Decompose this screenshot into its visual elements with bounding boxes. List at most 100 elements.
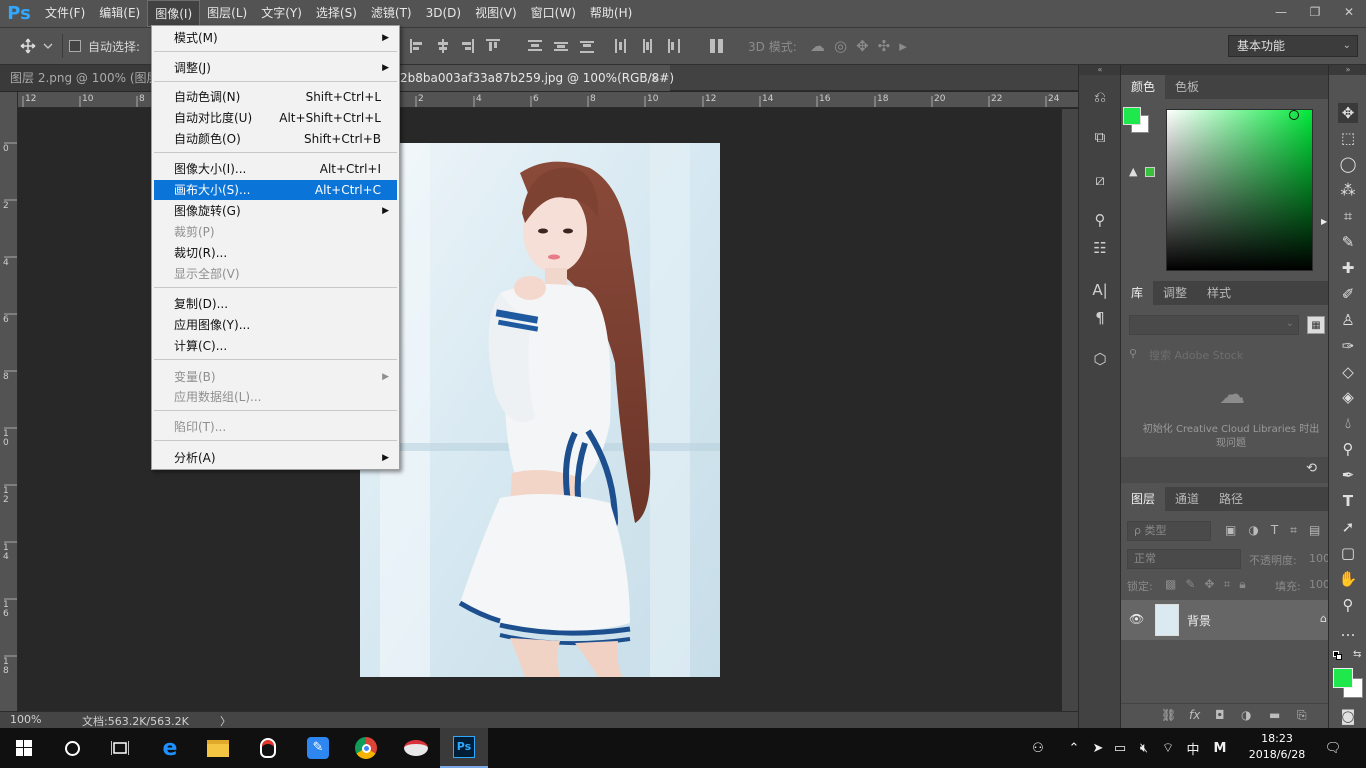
3d-scale-icon[interactable]: ▸ (899, 37, 916, 55)
notification-center-icon[interactable]: 🗨︎ (1318, 728, 1348, 768)
properties-panel-icon[interactable]: ⧄ (1090, 170, 1110, 190)
3d-orbit-icon[interactable]: ☁ (810, 37, 834, 55)
doc-tab-1[interactable]: 图层 2.png @ 100% (图层 (0, 65, 152, 91)
start-button[interactable] (0, 728, 48, 768)
menu-edit[interactable]: 编辑(E) (92, 0, 147, 27)
3d-pan-icon[interactable]: ✥ (856, 37, 878, 55)
type-filter-icon[interactable]: T (1271, 523, 1290, 537)
ime-mode[interactable]: M (1208, 728, 1232, 768)
vertical-scrollbar[interactable] (1062, 109, 1078, 711)
history-panel-icon[interactable]: ⎌ (1090, 87, 1110, 107)
foreground-color-swatch[interactable] (1123, 107, 1141, 125)
taskbar-photoshop[interactable]: Ps (440, 728, 488, 768)
menu-item-auto-color[interactable]: 自动颜色(O) Shift+Ctrl+B (154, 129, 397, 149)
adjustment-layer-icon[interactable]: ◑ (1241, 708, 1251, 722)
status-menu-arrow[interactable]: 〉 (220, 713, 231, 729)
clock[interactable]: 18:23 2018/6/28 (1240, 730, 1314, 766)
fx-icon[interactable]: fx (1189, 708, 1200, 722)
menu-window[interactable]: 窗口(W) (524, 0, 583, 27)
new-layer-icon[interactable]: ⎘ (1297, 708, 1307, 723)
close-button[interactable]: ✕ (1332, 0, 1366, 24)
menu-type[interactable]: 文字(Y) (254, 0, 309, 27)
restore-button[interactable]: ❐ (1298, 0, 1332, 24)
group-folder-icon[interactable]: ▬ (1269, 708, 1280, 722)
menu-item-mode[interactable]: 模式(M) ▶ (154, 28, 397, 48)
tab-styles[interactable]: 样式 (1197, 281, 1241, 305)
tab-swatches[interactable]: 色板 (1165, 75, 1209, 99)
3d-panel-icon[interactable]: ⧉ (1090, 127, 1110, 147)
shape-icon[interactable]: ▢ (1338, 543, 1358, 563)
layer-name[interactable]: 背景 (1187, 612, 1211, 629)
tool-foreground-color[interactable] (1333, 668, 1353, 688)
blend-mode-select[interactable]: 正常 (1127, 549, 1241, 569)
distribute-right-icon[interactable] (666, 39, 680, 53)
align-right-edges-icon[interactable] (460, 39, 474, 53)
taskbar-notes[interactable]: ✎ (294, 728, 342, 768)
ime-language[interactable]: 中 (1182, 728, 1204, 768)
blur-icon[interactable]: 💧︎ (1338, 413, 1358, 433)
volume-muted-icon[interactable]: 🔇︎ (1134, 728, 1154, 768)
opacity-value[interactable]: 100 (1309, 552, 1330, 565)
lock-pixels-icon[interactable]: ✎ (1185, 577, 1204, 591)
distribute-left-icon[interactable] (614, 39, 628, 53)
paragraph-panel-icon[interactable]: ¶ (1090, 308, 1110, 328)
lock-position-icon[interactable]: ✥ (1204, 577, 1223, 591)
quick-mask-icon[interactable]: ◙ (1338, 706, 1358, 726)
taskbar-edge[interactable]: e (146, 728, 194, 768)
shape-filter-icon[interactable]: ⌗ (1290, 523, 1309, 537)
network-icon[interactable]: ⌔ (1158, 728, 1178, 768)
lock-all-icon[interactable]: 🔒︎ (1239, 577, 1254, 591)
marquee-icon[interactable]: ⬚ (1338, 128, 1358, 148)
taskbar-chrome[interactable] (342, 728, 390, 768)
3d-mode-icons[interactable]: ☁ ◎ ✥ ✣ ▸ (810, 28, 916, 64)
menu-help[interactable]: 帮助(H) (583, 0, 639, 27)
eyedropper-icon[interactable]: ✎ (1338, 232, 1358, 252)
3d-slide-icon[interactable]: ✣ (878, 37, 900, 55)
3d-roll-icon[interactable]: ◎ (834, 37, 856, 55)
default-colors-icon[interactable] (1333, 651, 1343, 661)
lasso-icon[interactable]: ◯ (1338, 154, 1358, 174)
distribute-horizontal-centers-icon[interactable] (640, 39, 654, 53)
link-layers-icon[interactable]: ⛓ (1161, 708, 1176, 722)
adjustment-filter-icon[interactable]: ◑ (1248, 523, 1270, 537)
stock-search-input[interactable]: 搜索 Adobe Stock (1149, 347, 1243, 363)
tab-adjustments[interactable]: 调整 (1153, 281, 1197, 305)
tab-color[interactable]: 颜色 (1121, 75, 1166, 99)
history-brush-icon[interactable]: ✑ (1338, 336, 1358, 356)
warning-icon[interactable]: ▲ (1129, 165, 1137, 178)
eye-visibility-icon[interactable]: 👁︎ (1129, 612, 1144, 626)
menu-item-analysis[interactable]: 分析(A) ▶ (154, 448, 397, 468)
more-icon[interactable]: … (1338, 621, 1358, 641)
magic-wand-icon[interactable]: ⁂ (1338, 180, 1358, 200)
align-left-edges-icon[interactable] (410, 39, 424, 53)
menu-item-image-size[interactable]: 图像大小(I)... Alt+Ctrl+I (154, 159, 397, 179)
zoom-icon[interactable]: ⚲ (1338, 595, 1358, 615)
lock-artboard-icon[interactable]: ⌗ (1223, 577, 1239, 591)
menu-item-apply-image[interactable]: 应用图像(Y)... (154, 315, 397, 335)
brush-settings-icon[interactable]: ⚲ (1090, 210, 1110, 230)
distribute-vertical-centers-icon[interactable] (554, 39, 568, 53)
taskbar-qq[interactable] (244, 728, 292, 768)
menu-3d[interactable]: 3D(D) (419, 0, 468, 27)
doc-info[interactable]: 文档:563.2K/563.2K (82, 713, 189, 729)
path-select-icon[interactable]: ➚ (1338, 517, 1358, 537)
menu-item-trim[interactable]: 裁切(R)... (154, 243, 397, 263)
eraser-icon[interactable]: ◇ (1338, 362, 1358, 382)
task-view-button[interactable] (96, 728, 144, 768)
battery-icon[interactable]: ▭ (1110, 728, 1130, 768)
taskbar-file-explorer[interactable] (194, 728, 242, 768)
brush-icon[interactable]: ✐ (1338, 284, 1358, 304)
align-horizontal-centers-icon[interactable] (436, 39, 450, 53)
menu-item-auto-contrast[interactable]: 自动对比度(U) Alt+Shift+Ctrl+L (154, 108, 397, 128)
taskbar-image-viewer[interactable] (392, 728, 440, 768)
hand-icon[interactable]: ✋ (1338, 569, 1358, 589)
tab-layers[interactable]: 图层 (1121, 487, 1166, 511)
show-hidden-icons[interactable]: ⌃ (1064, 728, 1084, 768)
document-photo[interactable] (360, 143, 720, 677)
dodge-icon[interactable]: ⚲ (1338, 439, 1358, 459)
menu-item-canvas-size[interactable]: 画布大小(S)... Alt+Ctrl+C (154, 180, 397, 200)
healing-brush-icon[interactable]: ✚ (1338, 258, 1358, 278)
menu-select[interactable]: 选择(S) (309, 0, 364, 27)
3d-cube-icon[interactable]: ⬡ (1090, 349, 1110, 369)
tab-channels[interactable]: 通道 (1165, 487, 1209, 511)
